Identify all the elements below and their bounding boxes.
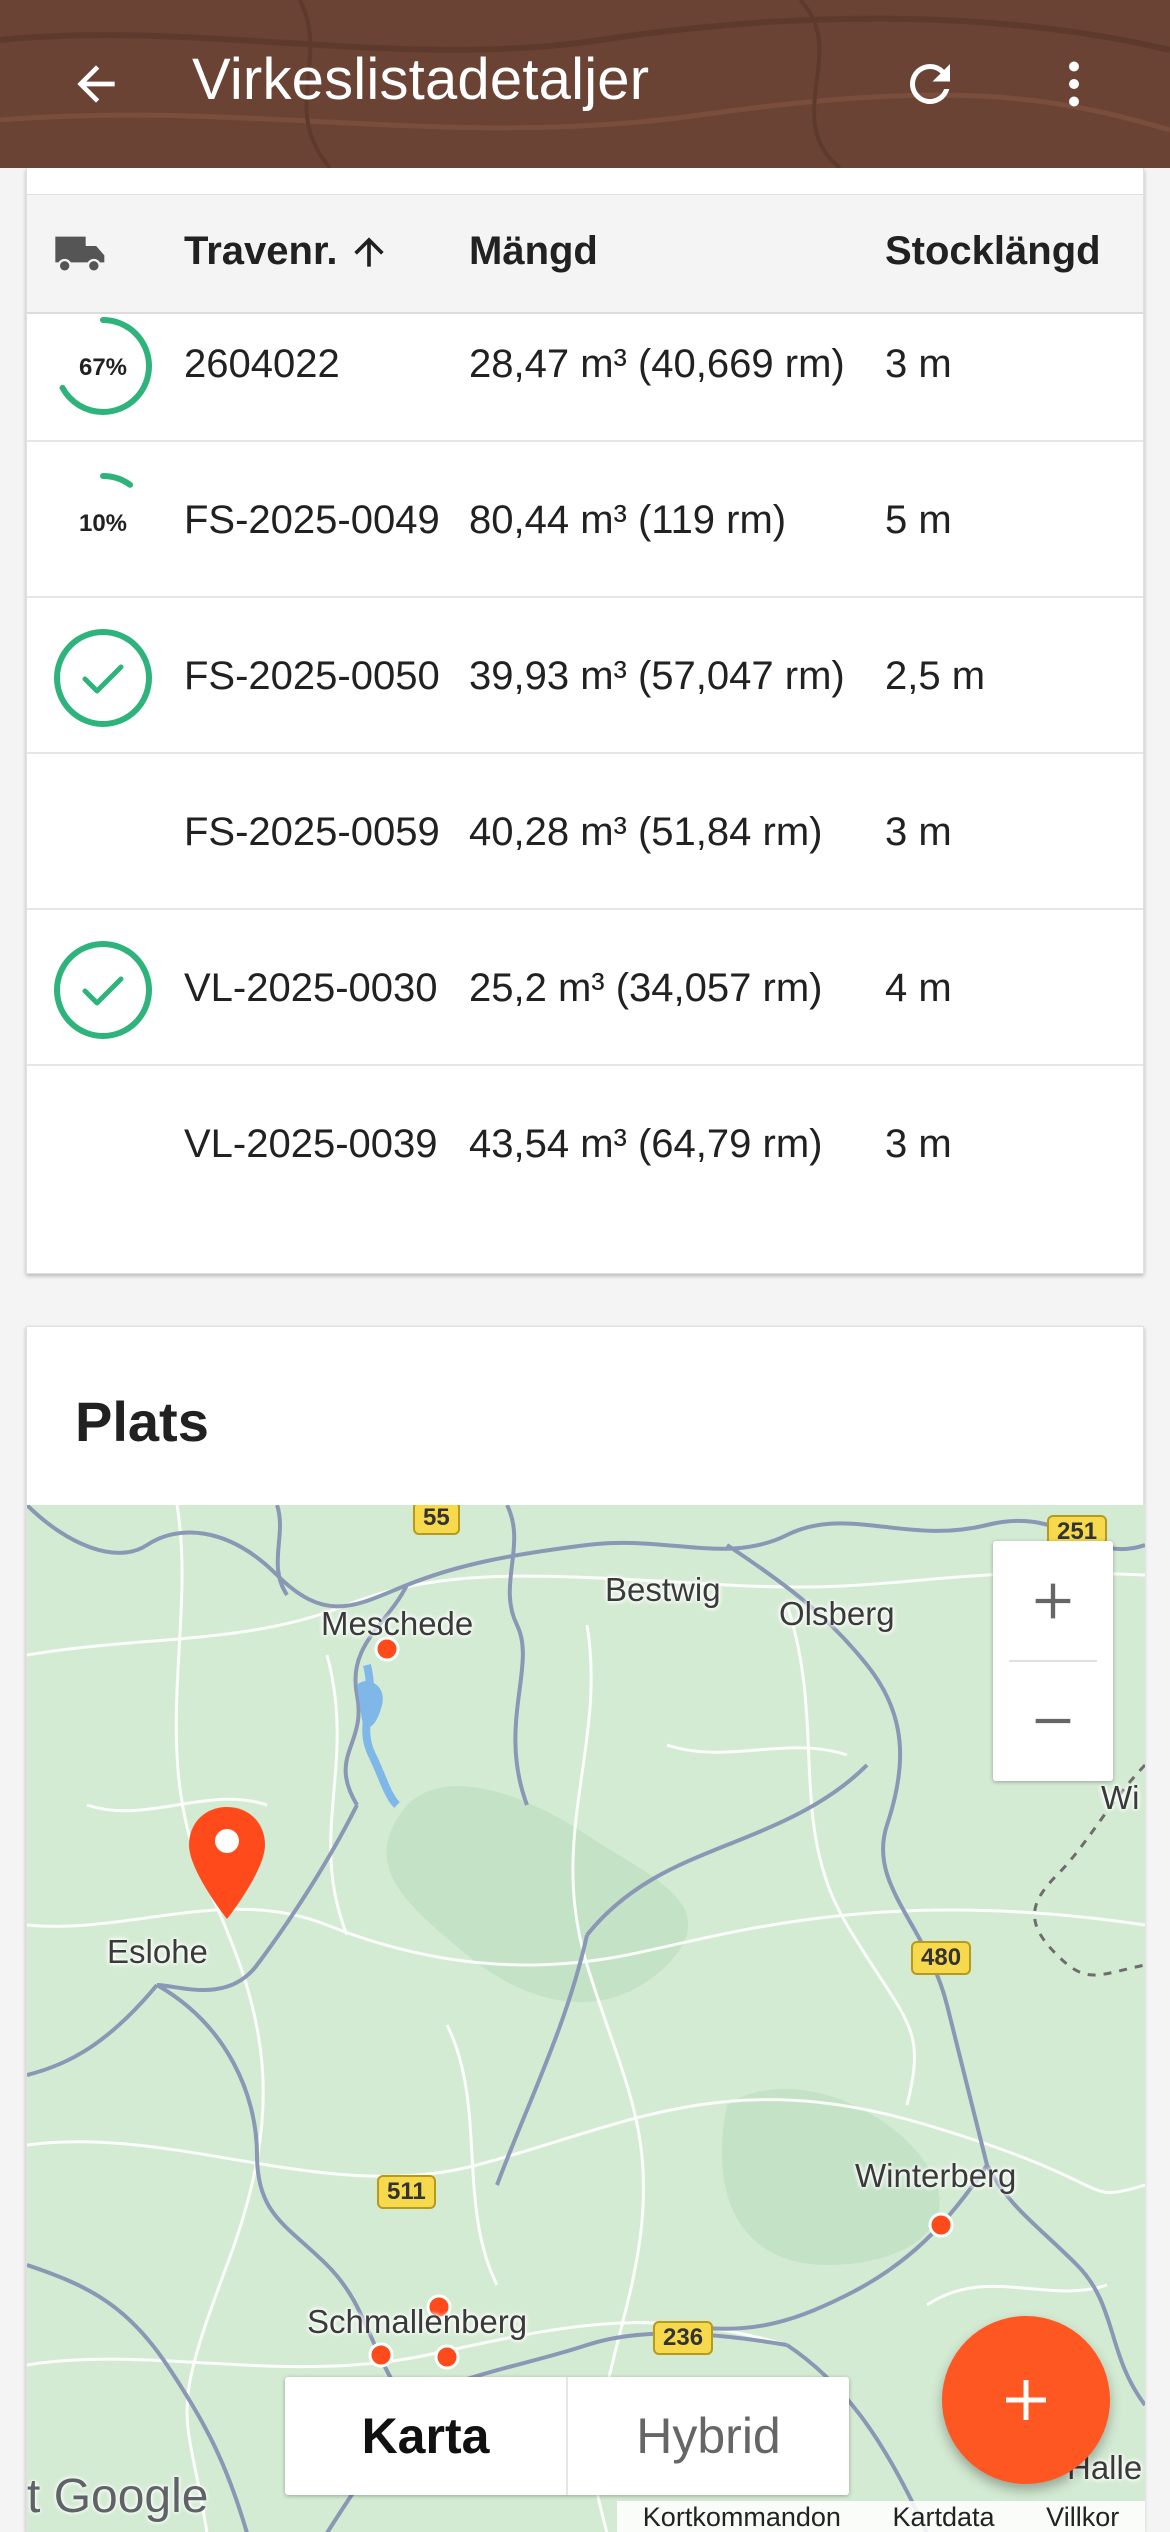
- plus-icon: [1035, 1583, 1071, 1619]
- log-length: 4 m: [885, 966, 952, 1010]
- volume: 25,2 m³ (34,057 rm): [469, 966, 823, 1010]
- log-length: 5 m: [885, 498, 952, 542]
- table-row[interactable]: VL-2025-0030 25,2 m³ (34,057 rm) 4 m: [27, 910, 1143, 1066]
- refresh-button[interactable]: [880, 34, 980, 134]
- map-label-eslohe: Eslohe: [107, 1933, 208, 1970]
- table-row[interactable]: VL-2025-0039 43,54 m³ (64,79 rm) 3 m: [27, 1066, 1143, 1222]
- zoom-controls: [993, 1541, 1113, 1781]
- zoom-in-button[interactable]: [993, 1541, 1113, 1661]
- google-logo-text: Google: [53, 2470, 209, 2523]
- progress-label: 10%: [79, 510, 127, 537]
- table-row[interactable]: FS-2025-0050 39,93 m³ (57,047 rm) 2,5 m: [27, 598, 1143, 754]
- location-pin-icon[interactable]: [187, 1805, 267, 1921]
- timber-list-table: Travenr. Mängd Stocklängd 67% 2604022 28…: [26, 168, 1144, 1274]
- section-title: Plats: [75, 1390, 209, 1453]
- column-header-trave-label: Travenr.: [184, 229, 338, 273]
- table-row[interactable]: 67% 2604022 28,47 m³ (40,669 rm) 3 m: [27, 286, 1143, 442]
- terms-link[interactable]: Villkor: [1046, 2502, 1119, 2532]
- minus-icon: [1035, 1718, 1071, 1724]
- map-label-bestwig: Bestwig: [605, 1571, 721, 1608]
- more-options-button[interactable]: [1024, 34, 1124, 134]
- refresh-icon: [909, 63, 950, 104]
- map-type-hybrid[interactable]: Hybrid: [568, 2377, 849, 2495]
- log-length: 3 m: [885, 810, 952, 854]
- check-circle-icon: [54, 941, 152, 1039]
- google-logo-prefix: t: [27, 2470, 41, 2523]
- map-type-karta[interactable]: Karta: [285, 2377, 568, 2495]
- google-logo: t Google: [27, 2469, 216, 2524]
- truck-icon: [55, 236, 105, 273]
- trave-number: FS-2025-0050: [184, 654, 440, 698]
- check-circle-icon: [54, 629, 152, 727]
- progress-ring: 10%: [54, 473, 152, 571]
- road-badge-55: 55: [413, 1505, 460, 1535]
- log-length: 3 m: [885, 1122, 952, 1166]
- progress-label: 67%: [79, 354, 127, 381]
- column-header-trave[interactable]: Travenr.: [184, 229, 391, 274]
- trave-number: FS-2025-0049: [184, 498, 440, 542]
- zoom-out-button[interactable]: [993, 1661, 1113, 1781]
- trave-number: FS-2025-0059: [184, 810, 440, 854]
- add-fab-button[interactable]: [942, 2316, 1110, 2484]
- volume: 28,47 m³ (40,669 rm): [469, 342, 845, 386]
- volume: 43,54 m³ (64,79 rm): [469, 1122, 823, 1166]
- trave-number: VL-2025-0039: [184, 1122, 438, 1166]
- table-row[interactable]: 10% FS-2025-0049 80,44 m³ (119 rm) 5 m: [27, 442, 1143, 598]
- map-label-winterberg: Winterberg: [855, 2157, 1017, 2194]
- map-type-toggle: Karta Hybrid: [285, 2377, 849, 2495]
- map-data-link[interactable]: Kartdata: [893, 2502, 995, 2532]
- trave-number: VL-2025-0030: [184, 966, 438, 1010]
- column-header-mangd[interactable]: Mängd: [469, 229, 598, 274]
- truck-column-header[interactable]: [53, 231, 109, 275]
- volume: 80,44 m³ (119 rm): [469, 498, 787, 542]
- road-badge-236: 236: [653, 2321, 714, 2355]
- arrow-left-icon: [77, 65, 115, 103]
- log-length: 2,5 m: [885, 654, 986, 698]
- road-badge-480: 480: [911, 1941, 972, 1975]
- arrow-up-icon: [354, 236, 385, 267]
- trave-number: 2604022: [184, 342, 340, 386]
- map-label-olsberg: Olsberg: [779, 1595, 895, 1632]
- table-row[interactable]: FS-2025-0059 40,28 m³ (51,84 rm) 3 m: [27, 754, 1143, 910]
- map-attribution: Kortkommandon Kartdata Villkor: [617, 2501, 1145, 2532]
- plus-icon: [1006, 2380, 1046, 2420]
- more-vert-icon: [1069, 61, 1079, 107]
- page-title: Virkeslistadetaljer: [192, 47, 650, 112]
- volume: 39,93 m³ (57,047 rm): [469, 654, 845, 698]
- back-button[interactable]: [46, 34, 146, 134]
- app-bar: Virkeslistadetaljer: [0, 0, 1170, 168]
- log-length: 3 m: [885, 342, 952, 386]
- progress-ring: 67%: [54, 317, 152, 415]
- column-header-stocklangd[interactable]: Stocklängd: [885, 229, 1101, 274]
- keyboard-shortcuts-link[interactable]: Kortkommandon: [643, 2502, 841, 2532]
- volume: 40,28 m³ (51,84 rm): [469, 810, 823, 854]
- map-label-wi: Wi: [1101, 1779, 1140, 1816]
- map-label-meschede: Meschede: [321, 1605, 474, 1642]
- map-label-schmallenberg: Schmallenberg: [307, 2303, 528, 2340]
- road-badge-511: 511: [377, 2175, 436, 2209]
